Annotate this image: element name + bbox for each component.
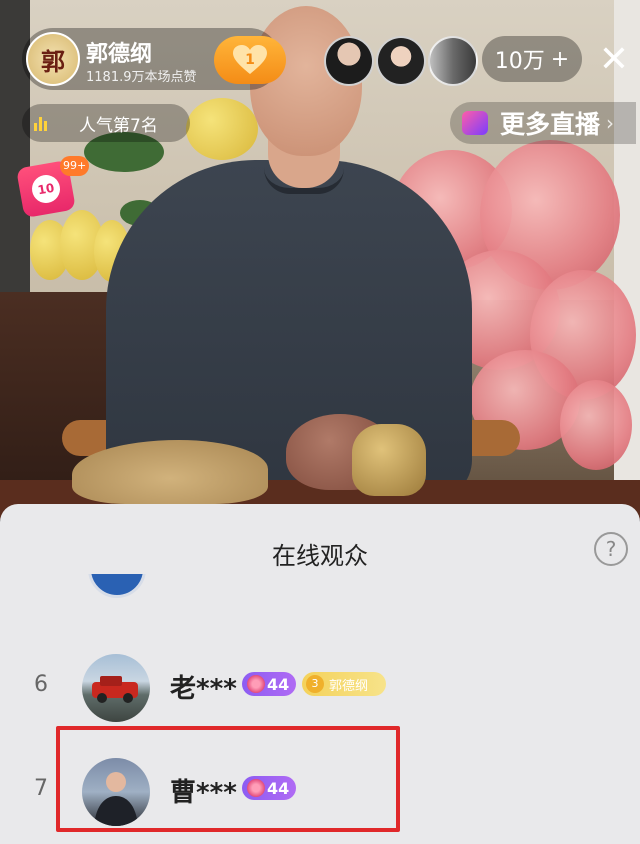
rank-bars-icon bbox=[34, 115, 47, 131]
blossom bbox=[560, 380, 632, 470]
follow-count: 1 bbox=[245, 52, 255, 68]
gift-badge[interactable]: 10 99+ bbox=[16, 156, 90, 219]
fan-level: 3 bbox=[306, 675, 324, 693]
viewer-count-button[interactable]: 10万 + bbox=[482, 36, 582, 82]
host-likes: 1181.9万本场点赞 bbox=[86, 70, 197, 85]
snack-pile bbox=[72, 440, 268, 504]
user-name: 老*** bbox=[170, 674, 237, 704]
follow-button[interactable]: 1 bbox=[214, 36, 286, 84]
row-rank: 7 bbox=[34, 776, 48, 801]
list-item[interactable]: 6 老*** 44 3 郭德纲 bbox=[0, 644, 640, 734]
viewer-count: 10万 bbox=[494, 49, 545, 74]
heart-icon: 1 bbox=[233, 45, 267, 75]
level-badge: 44 bbox=[242, 672, 296, 696]
help-icon[interactable]: ? bbox=[594, 532, 628, 566]
more-live-label: 更多直播 bbox=[500, 110, 601, 139]
popularity-rank-pill[interactable]: 人气第7名 bbox=[22, 104, 190, 142]
chevron-right-icon: › bbox=[606, 111, 615, 135]
fan-tag: 郭德纲 bbox=[329, 678, 369, 694]
top-viewer-avatar[interactable] bbox=[428, 36, 478, 86]
gift-inner: 10 bbox=[29, 172, 63, 206]
gift-count: 99+ bbox=[60, 156, 90, 176]
online-audience-sheet[interactable]: 在线观众 ? 6 老*** 44 3 郭德纲 7 曹*** 44 bbox=[0, 504, 640, 844]
host-avatar[interactable]: 郭 bbox=[26, 32, 80, 86]
top-viewer-avatar[interactable] bbox=[376, 36, 426, 86]
list-item-partial[interactable] bbox=[88, 574, 146, 606]
more-live-button[interactable]: 更多直播 › bbox=[450, 102, 636, 144]
fruit bbox=[186, 98, 258, 160]
avatar[interactable] bbox=[82, 654, 150, 722]
tea-cup bbox=[352, 424, 426, 496]
car-image bbox=[92, 676, 138, 703]
level-number: 44 bbox=[267, 674, 290, 694]
gem-icon bbox=[247, 675, 265, 693]
gem-icon bbox=[462, 111, 488, 135]
avatar bbox=[88, 574, 146, 598]
sheet-title: 在线观众 bbox=[272, 542, 368, 570]
top-viewer-avatar[interactable] bbox=[324, 36, 374, 86]
host-name: 郭德纲 bbox=[86, 42, 153, 67]
plus-icon: + bbox=[550, 46, 570, 72]
highlight-box bbox=[56, 726, 400, 832]
fan-badge: 3 郭德纲 bbox=[302, 672, 386, 696]
close-icon[interactable]: ✕ bbox=[594, 40, 634, 80]
row-rank: 6 bbox=[34, 672, 48, 697]
host-avatar-text: 郭 bbox=[41, 46, 65, 76]
popularity-rank: 人气第7名 bbox=[79, 115, 158, 136]
